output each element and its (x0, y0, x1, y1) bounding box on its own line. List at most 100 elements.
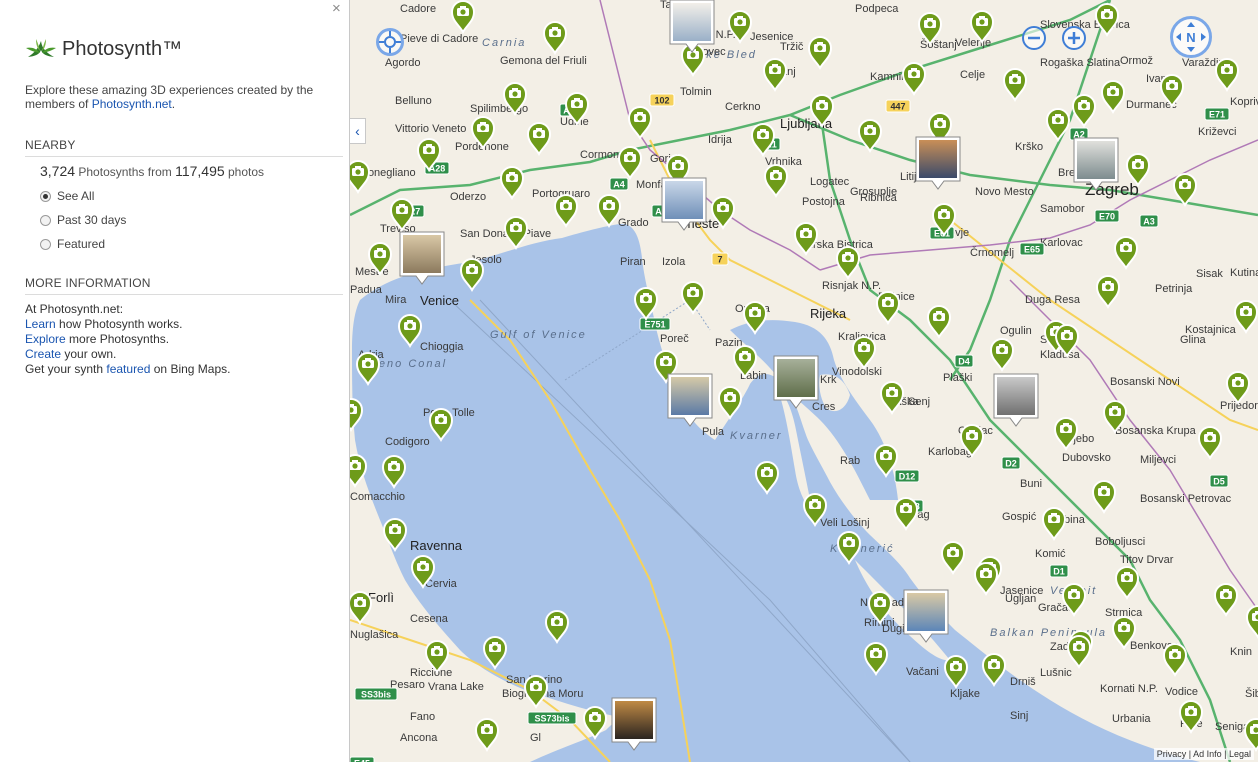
camera-lens (1076, 644, 1082, 650)
camera-lens (873, 651, 879, 657)
road-shield: SS3bis (354, 687, 398, 701)
map-place-label: Riccione (410, 667, 452, 679)
map-place-label: Vrana Lake (428, 681, 484, 693)
camera-lens (883, 453, 889, 459)
road-shield-label: SS3bis (361, 690, 391, 700)
camera-top (643, 293, 649, 296)
camera-top (1104, 9, 1110, 12)
zoom-in-button[interactable] (1062, 26, 1086, 50)
featured-synth-thumbnail[interactable] (773, 355, 819, 409)
camera-top (867, 125, 873, 128)
collapse-panel-button[interactable]: ‹ (350, 118, 366, 144)
map-canvas[interactable]: Cadore Pieve di Cadore Agordo Carnia Gemona … (350, 0, 1258, 762)
map-view[interactable]: Cadore Pieve di Cadore Agordo Carnia Gemona … (350, 0, 1258, 762)
map-place-label: Ribnica (860, 192, 898, 204)
road-shield-label: A4 (613, 180, 625, 190)
camera-top (1112, 406, 1118, 409)
map-place-label: Krško (1015, 141, 1043, 153)
camera-top (1081, 100, 1087, 103)
learn-link[interactable]: Learn (25, 317, 56, 331)
thumbnail-photo (673, 3, 711, 41)
photosynth-net-link[interactable]: Photosynth.net (92, 97, 172, 111)
filter-featured[interactable]: Featured (40, 237, 105, 251)
map-attribution[interactable]: Privacy | Ad Info | Legal (1153, 748, 1254, 760)
camera-lens (365, 361, 371, 367)
map-place-label: Titov Drvar (1120, 554, 1174, 566)
featured-synth-thumbnail[interactable] (915, 136, 961, 190)
camera-lens (1112, 409, 1118, 415)
camera-top (969, 430, 975, 433)
camera-top (552, 27, 558, 30)
intro-text: Explore these amazing 3D experiences cre… (25, 83, 325, 111)
road-shield: D5 (1209, 474, 1229, 488)
camera-top (941, 209, 947, 212)
map-place-label: Urbania (1112, 713, 1151, 725)
map-place-label: Vodice (1165, 686, 1198, 698)
camera-lens (953, 664, 959, 670)
road-shield: E65 (1019, 242, 1045, 256)
camera-lens (627, 155, 633, 161)
map-place-label: Cres (812, 401, 836, 413)
camera-lens (772, 67, 778, 73)
camera-top (492, 642, 498, 645)
map-place-label: Cadore (400, 3, 436, 15)
camera-top (720, 202, 726, 205)
camera-lens (536, 131, 542, 137)
camera-lens (1207, 435, 1213, 441)
zoom-out-button[interactable] (1022, 26, 1046, 50)
featured-synth-thumbnail[interactable] (661, 177, 707, 231)
map-place-label: Duga Resa (1025, 294, 1081, 306)
map-place-label: Ormož (1120, 55, 1153, 67)
camera-top (1253, 724, 1258, 727)
camera-top (513, 222, 519, 225)
radio-icon[interactable] (40, 238, 51, 250)
camera-top (606, 200, 612, 203)
thumbnail-photo (777, 359, 815, 397)
camera-top (1121, 622, 1127, 625)
featured-synth-thumbnail[interactable] (1073, 137, 1119, 191)
more-information-text: At Photosynth.net: Learn how Photosynth … (25, 302, 230, 377)
camera-top (760, 129, 766, 132)
camera-top (1135, 159, 1141, 162)
road-shield: E751 (639, 317, 671, 331)
map-place-label: Poreč (660, 333, 689, 345)
camera-top (999, 344, 1005, 347)
camera-top (885, 297, 891, 300)
create-link[interactable]: Create (25, 347, 61, 361)
featured-synth-thumbnail[interactable] (667, 373, 713, 427)
locate-me-button[interactable] (376, 28, 404, 56)
map-place-label: Cesena (410, 613, 449, 625)
featured-synth-thumbnail[interactable] (903, 589, 949, 643)
road-shield-label: D5 (1213, 477, 1225, 487)
filter-past-30-days[interactable]: Past 30 days (40, 213, 126, 227)
camera-top (434, 646, 440, 649)
featured-synth-thumbnail[interactable] (993, 373, 1039, 427)
map-place-label: Petrinja (1155, 283, 1193, 295)
camera-top (1188, 706, 1194, 709)
camera-top (979, 16, 985, 19)
featured-link[interactable]: featured (106, 362, 150, 376)
radio-icon[interactable] (40, 214, 51, 226)
camera-top (627, 152, 633, 155)
map-place-label: Ugljan (1005, 593, 1036, 605)
featured-synth-thumbnail[interactable] (611, 697, 657, 751)
camera-lens (991, 662, 997, 668)
camera-top (554, 616, 560, 619)
road-shield-label: E751 (644, 320, 665, 330)
map-place-label: Tržič (780, 41, 804, 53)
featured-synth-thumbnail[interactable] (669, 0, 715, 53)
close-icon[interactable]: × (332, 1, 341, 16)
camera-lens (867, 128, 873, 134)
camera-top (727, 392, 733, 395)
camera-top (877, 597, 883, 600)
map-place-label: Celje (960, 69, 985, 81)
compass-rotate-button[interactable]: N (1170, 16, 1212, 58)
camera-lens (352, 463, 358, 469)
map-place-label: Comacchio (350, 491, 405, 503)
radio-selected-icon[interactable] (40, 190, 51, 202)
featured-synth-thumbnail[interactable] (399, 231, 445, 285)
map-place-label: Plaški (943, 372, 972, 384)
explore-link[interactable]: Explore (25, 332, 66, 346)
filter-see-all[interactable]: See All (40, 189, 94, 203)
road-shield: E70 (1094, 209, 1120, 223)
